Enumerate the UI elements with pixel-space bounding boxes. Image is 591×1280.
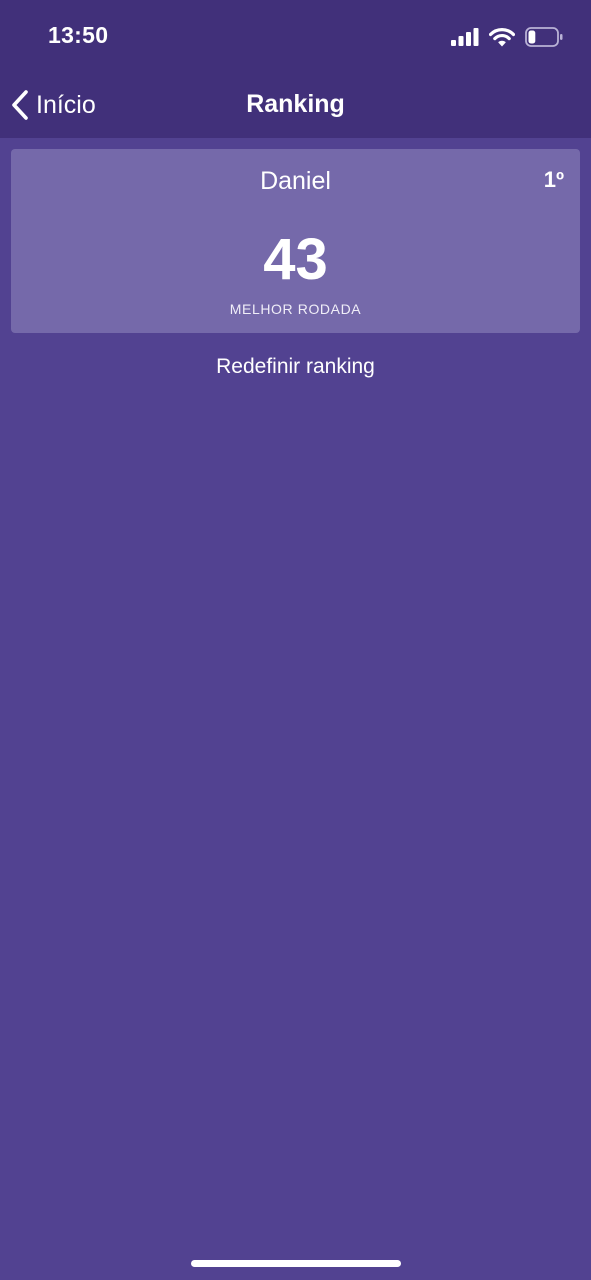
- status-bar: 13:50: [0, 0, 591, 72]
- navigation-bar: Início Ranking: [0, 72, 591, 138]
- reset-ranking-button[interactable]: Redefinir ranking: [0, 355, 591, 379]
- status-time: 13:50: [48, 22, 109, 48]
- battery-icon: [525, 27, 563, 47]
- signal-icon: [451, 28, 479, 46]
- ranking-card[interactable]: Daniel 1º 43 MELHOR RODADA: [11, 149, 580, 333]
- rank-position: 1º: [543, 167, 564, 192]
- home-indicator[interactable]: [191, 1260, 401, 1267]
- status-icons: [451, 26, 563, 48]
- page-title: Ranking: [246, 90, 345, 118]
- best-score-value: 43: [263, 227, 328, 292]
- best-score-caption: MELHOR RODADA: [229, 301, 362, 317]
- wifi-icon: [489, 27, 515, 46]
- player-name: Daniel: [260, 167, 331, 195]
- ranking-screen: 13:50 Início Ranking Daniel 1º 43 MELHOR…: [0, 0, 591, 1280]
